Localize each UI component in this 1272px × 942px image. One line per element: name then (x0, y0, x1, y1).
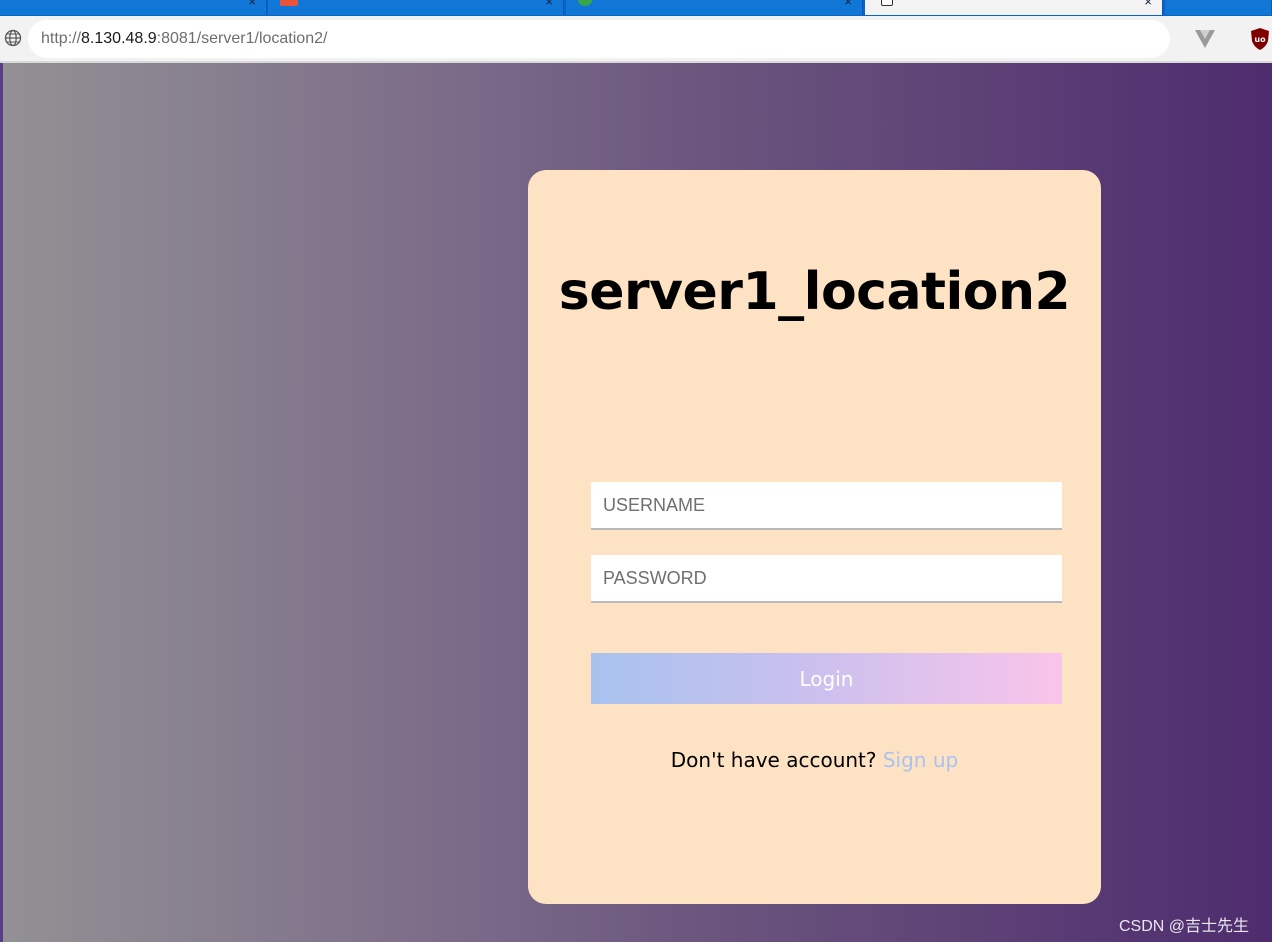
tab-favicon-icon (578, 0, 592, 6)
tab-close-icon[interactable]: × (545, 0, 553, 9)
tab-close-icon[interactable]: × (1144, 0, 1152, 9)
login-button[interactable]: Login (591, 653, 1062, 704)
browser-tab[interactable]: × (0, 0, 267, 15)
address-bar: http://8.130.48.9:8081/server1/location2… (0, 16, 1272, 62)
login-title: server1_location2 (558, 262, 1071, 322)
browser-tab[interactable] (1165, 0, 1272, 15)
svg-text:uo: uo (1254, 35, 1266, 44)
tab-favicon-icon (280, 0, 298, 6)
browser-tab[interactable]: × (268, 0, 564, 15)
username-input[interactable] (591, 482, 1062, 530)
globe-icon[interactable] (4, 29, 22, 47)
tab-close-icon[interactable]: × (248, 0, 256, 9)
watermark: CSDN @吉士先生 (1119, 918, 1250, 935)
tab-close-icon[interactable]: × (844, 0, 852, 9)
signup-prompt: Don't have account? Sign up (528, 748, 1101, 772)
url-input[interactable]: http://8.130.48.9:8081/server1/location2… (28, 20, 1170, 58)
vue-devtools-icon[interactable] (1193, 28, 1217, 50)
browser-tab-active[interactable]: × (865, 0, 1163, 15)
signup-prompt-text: Don't have account? (670, 748, 883, 772)
login-card: server1_location2 Login Don't have accou… (528, 170, 1101, 904)
tab-favicon-icon (881, 0, 893, 6)
ublock-origin-icon[interactable]: uo (1249, 27, 1271, 51)
signup-link[interactable]: Sign up (883, 748, 958, 772)
tab-strip: × × × × (0, 0, 1272, 16)
url-text: http://8.130.48.9:8081/server1/location2… (41, 30, 328, 47)
browser-tab[interactable]: × (566, 0, 863, 15)
page-edge (0, 63, 3, 942)
password-input[interactable] (591, 555, 1062, 603)
